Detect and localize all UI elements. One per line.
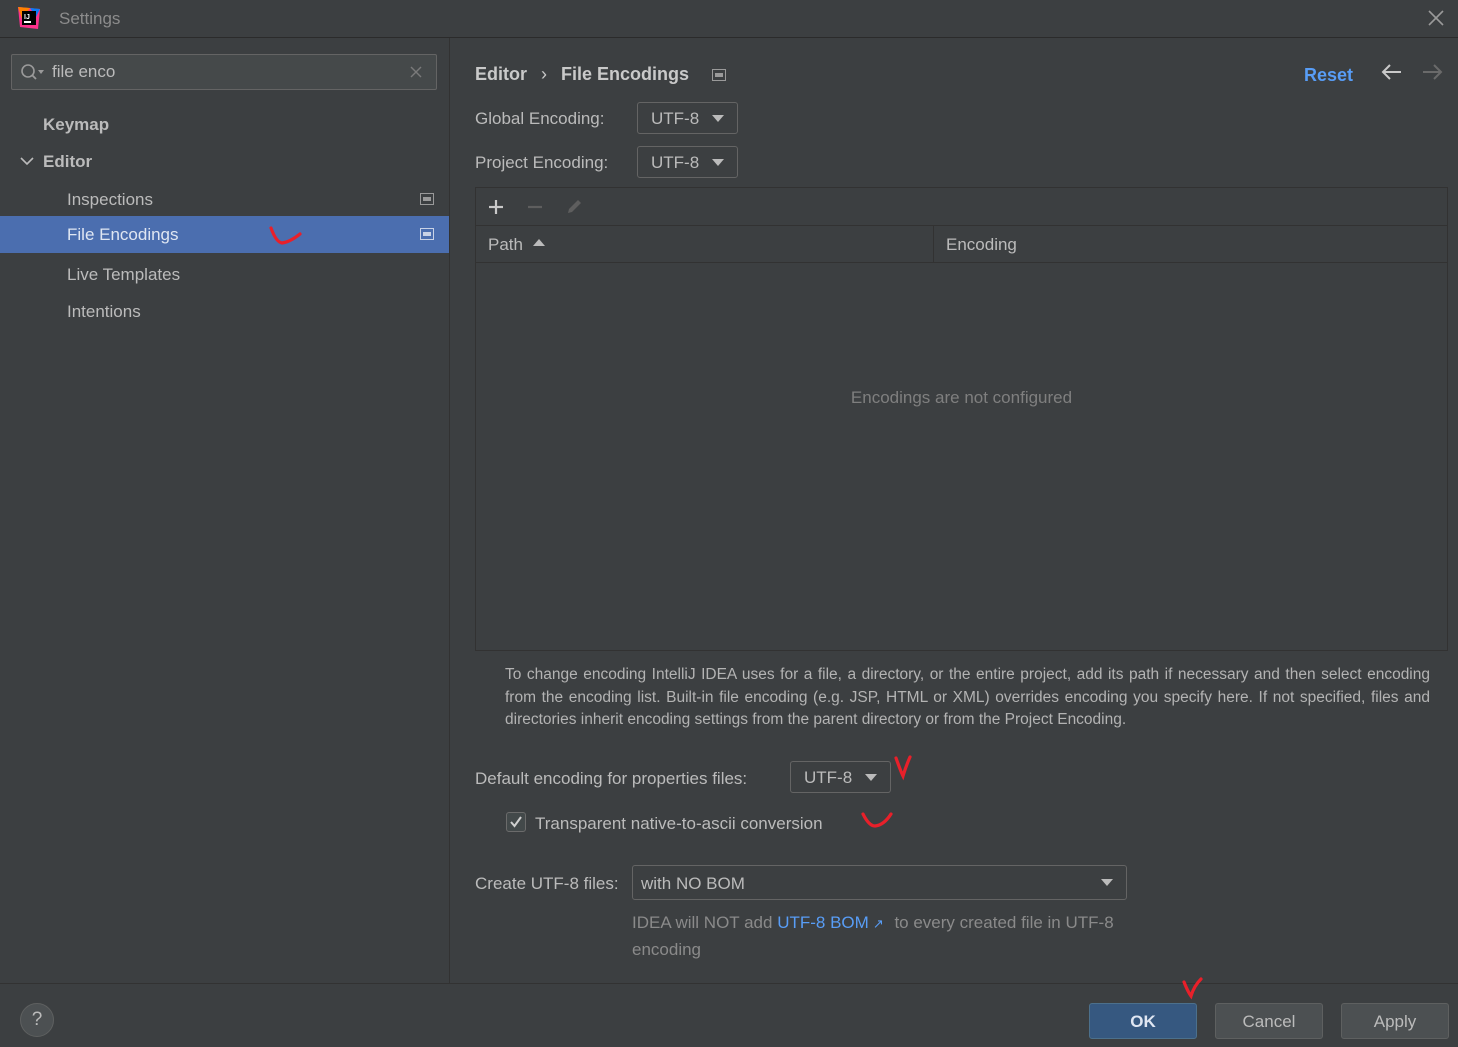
add-icon[interactable] — [485, 196, 507, 218]
settings-search[interactable] — [11, 54, 437, 90]
sort-ascending-icon — [532, 239, 545, 247]
transparent-native-to-ascii-checkbox[interactable] — [506, 812, 526, 832]
project-encoding-label: Project Encoding: — [475, 153, 609, 172]
dialog-button-bar: ? OK Cancel Apply — [0, 977, 1458, 1047]
back-arrow-icon[interactable] — [1380, 62, 1404, 82]
chevron-right-icon: › — [541, 64, 547, 84]
ok-button[interactable]: OK — [1089, 1003, 1197, 1039]
dropdown-arrow-icon — [1101, 879, 1113, 886]
red-checkmark-annotation — [1182, 977, 1203, 1000]
column-header-encoding[interactable]: Encoding — [946, 226, 1017, 263]
red-checkmark-annotation — [269, 226, 302, 245]
sidebar-item-label: Live Templates — [67, 265, 181, 284]
svg-text:IJ: IJ — [24, 14, 30, 21]
remove-icon[interactable] — [524, 196, 546, 218]
apply-button[interactable]: Apply — [1341, 1003, 1449, 1039]
global-encoding-select[interactable]: UTF-8 — [637, 102, 738, 134]
sidebar-item-label: Editor — [43, 152, 93, 171]
dropdown-arrow-icon — [712, 159, 724, 166]
cancel-button[interactable]: Cancel — [1215, 1003, 1323, 1039]
help-button[interactable]: ? — [20, 1003, 54, 1037]
sidebar-item-intentions[interactable]: Intentions — [0, 293, 449, 330]
note-prefix: IDEA will NOT add — [632, 913, 773, 932]
chevron-down-icon[interactable] — [19, 154, 35, 168]
clear-search-icon[interactable] — [408, 64, 424, 80]
external-link-icon[interactable]: ↗ — [873, 916, 884, 931]
title-bar: IJ Settings — [0, 0, 1458, 38]
encoding-mappings-table: Path Encoding Encodings are not configur… — [475, 187, 1448, 651]
forward-arrow-icon[interactable] — [1420, 62, 1444, 82]
create-utf8-select[interactable]: with NO BOM — [632, 865, 1127, 900]
project-scope-icon — [712, 69, 727, 82]
table-header: Path Encoding — [476, 226, 1447, 263]
breadcrumb-current: File Encodings — [561, 64, 690, 84]
properties-encoding-label: Default encoding for properties files: — [475, 769, 748, 788]
sidebar-item-label: Inspections — [67, 190, 153, 209]
sidebar-item-label: Intentions — [67, 302, 141, 321]
reset-link[interactable]: Reset — [1304, 65, 1353, 86]
sidebar-item-inspections[interactable]: Inspections — [0, 181, 449, 218]
sidebar-item-keymap[interactable]: Keymap — [0, 106, 449, 143]
close-icon[interactable] — [1424, 6, 1448, 30]
table-toolbar — [476, 188, 1447, 226]
file-encodings-panel: Editor › File Encodings Reset Global Encod… — [450, 38, 1458, 983]
utf8-bom-note-line2: encoding — [632, 940, 702, 959]
sidebar-item-live-templates[interactable]: Live Templates — [0, 256, 449, 293]
sidebar-item-label: Keymap — [43, 115, 110, 134]
global-encoding-value: UTF-8 — [651, 109, 700, 128]
breadcrumb-parent[interactable]: Editor — [475, 64, 527, 84]
red-checkmark-annotation — [894, 755, 912, 781]
properties-encoding-value: UTF-8 — [804, 768, 853, 787]
intellij-logo-icon: IJ — [18, 7, 40, 29]
transparent-conversion-label[interactable]: Transparent native-to-ascii conversion — [535, 814, 823, 834]
encoding-help-text: To change encoding IntelliJ IDEA uses fo… — [505, 666, 1430, 728]
sidebar-item-label: File Encodings — [67, 225, 179, 244]
column-header-path[interactable]: Path — [488, 226, 545, 263]
column-header-label: Encoding — [946, 235, 1017, 254]
properties-encoding-select[interactable]: UTF-8 — [790, 761, 891, 793]
search-icon[interactable] — [20, 63, 44, 83]
project-encoding-value: UTF-8 — [651, 153, 700, 172]
sidebar-item-editor[interactable]: Editor — [0, 143, 449, 180]
table-body[interactable]: Encodings are not configured — [476, 264, 1447, 650]
breadcrumb: Editor › File Encodings — [475, 64, 727, 85]
dropdown-arrow-icon — [865, 774, 877, 781]
utf8-bom-link[interactable]: UTF-8 BOM — [777, 913, 869, 932]
utf8-bom-note: IDEA will NOT add UTF-8 BOM ↗ to every cr… — [632, 913, 1114, 933]
project-encoding-select[interactable]: UTF-8 — [637, 146, 738, 178]
note-suffix: to every created file in UTF-8 — [894, 913, 1114, 932]
project-scope-icon — [420, 193, 434, 205]
column-divider[interactable] — [933, 226, 934, 263]
dropdown-arrow-icon — [712, 115, 724, 122]
global-encoding-label: Global Encoding: — [475, 109, 605, 128]
edit-pencil-icon[interactable] — [563, 196, 585, 218]
settings-sidebar: Keymap Editor Inspections File Encodings… — [0, 38, 449, 983]
checkmark-icon — [510, 816, 522, 828]
sidebar-item-file-encodings[interactable]: File Encodings — [0, 216, 449, 253]
project-scope-icon — [420, 228, 434, 240]
create-utf8-value: with NO BOM — [641, 874, 745, 893]
empty-table-message: Encodings are not configured — [850, 388, 1073, 407]
create-utf8-label: Create UTF-8 files: — [475, 874, 619, 893]
window-title: Settings — [59, 9, 121, 28]
column-header-label: Path — [488, 235, 523, 254]
red-checkmark-annotation — [861, 812, 893, 828]
search-input[interactable] — [52, 59, 392, 85]
